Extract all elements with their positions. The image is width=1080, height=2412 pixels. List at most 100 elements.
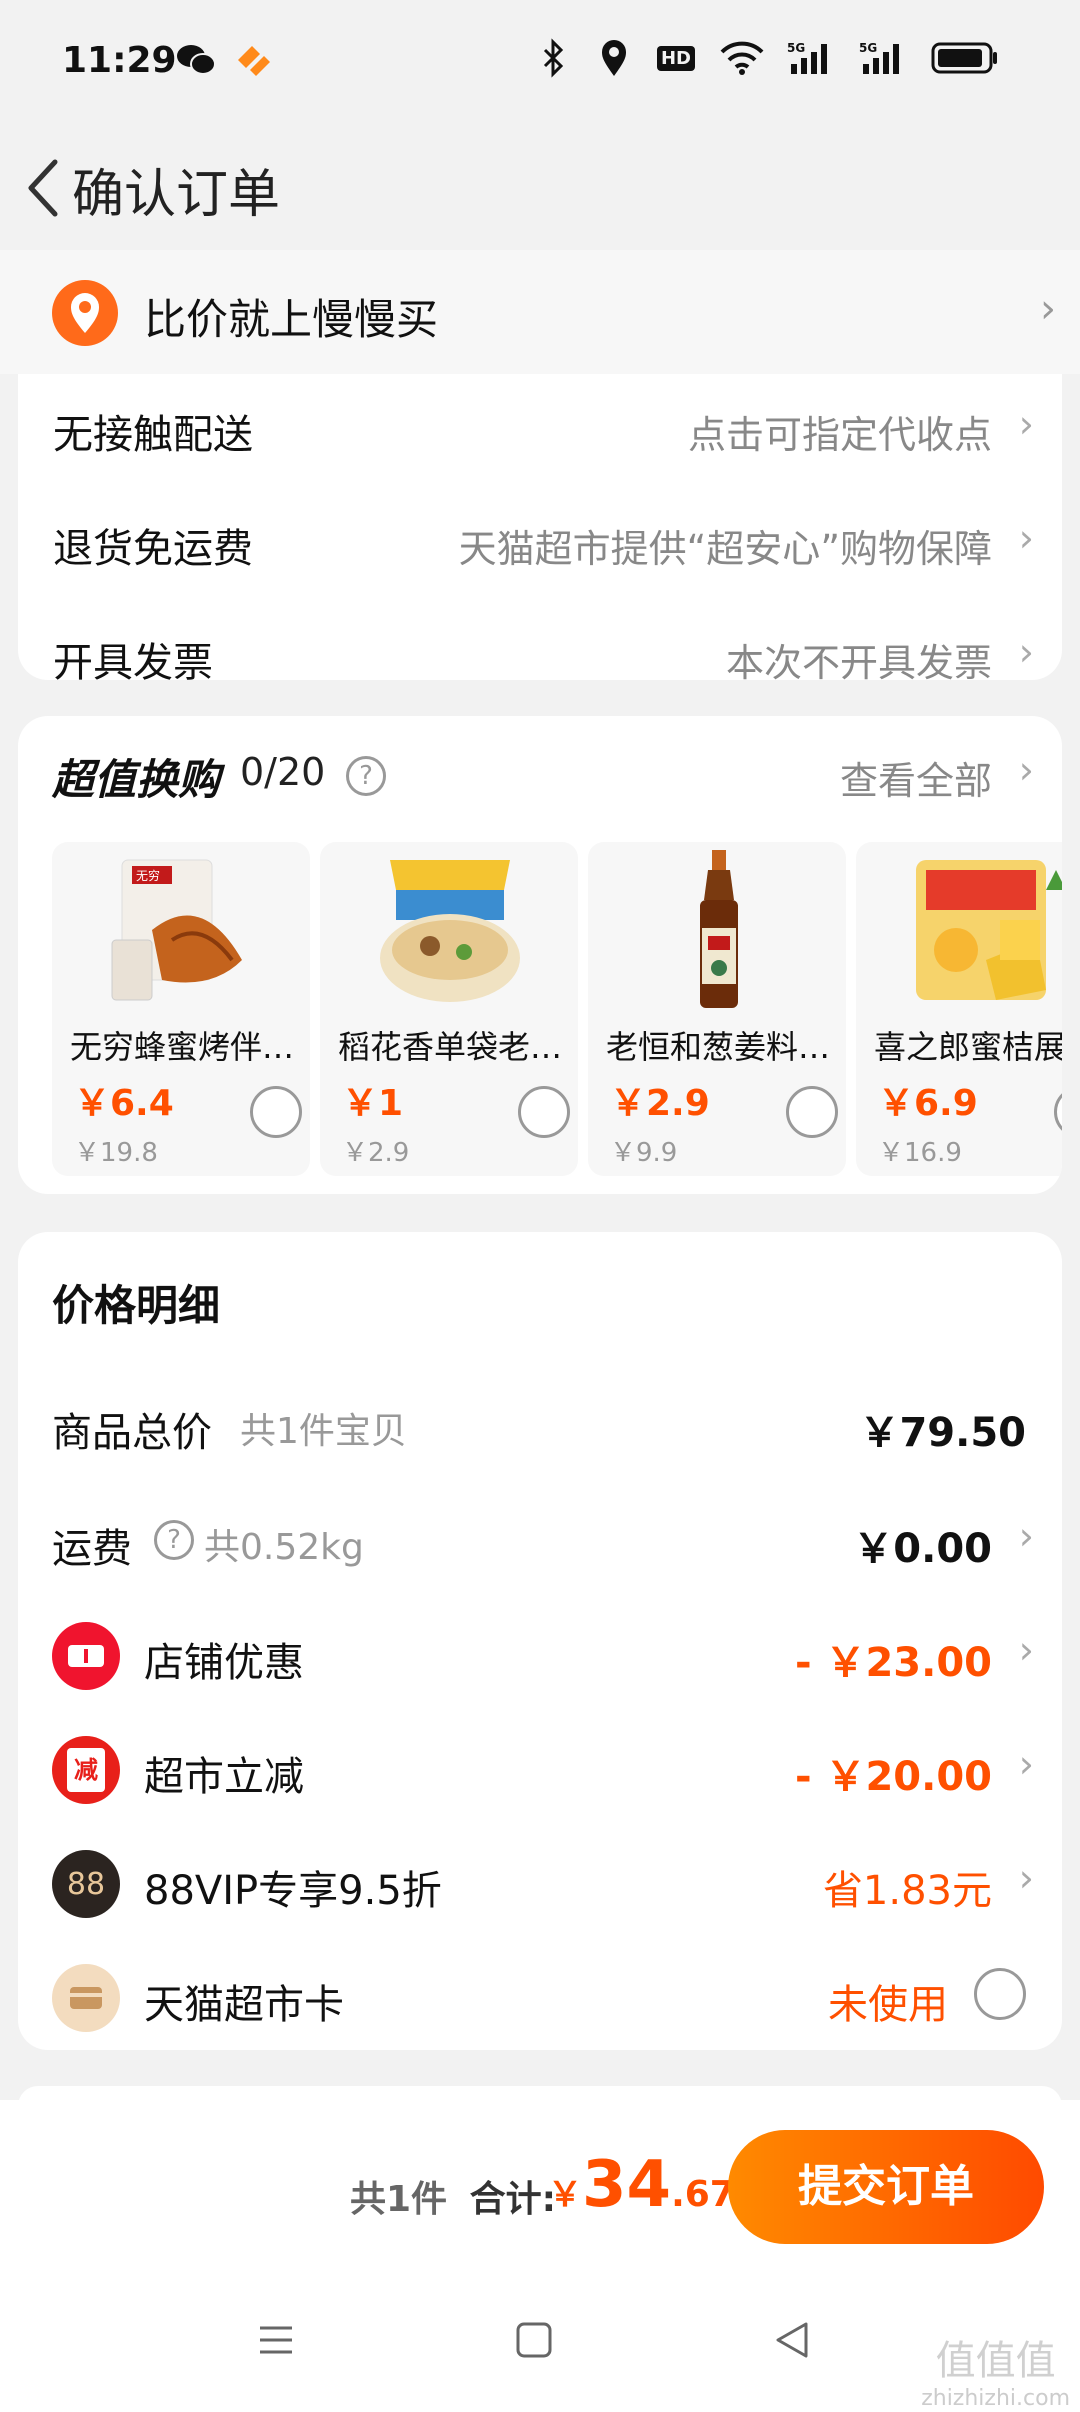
- invoice-row[interactable]: 开具发票 本次不开具发票 ›: [18, 600, 1062, 712]
- total-price: ￥34.67: [548, 2148, 735, 2222]
- chevron-right-icon: ›: [1018, 1742, 1034, 1786]
- chevron-right-icon: ›: [1018, 748, 1034, 792]
- total-integer: 34: [582, 2148, 672, 2222]
- product-original-price: ￥16.9: [878, 1138, 962, 1168]
- chevron-right-icon: ›: [1018, 630, 1034, 674]
- row-sublabel: 共1件宝贝: [240, 1411, 407, 1452]
- row-label: 天猫超市卡: [144, 1982, 344, 2028]
- price-compare-banner[interactable]: 比价就上慢慢买 ›: [0, 250, 1080, 374]
- free-return-row[interactable]: 退货免运费 天猫超市提供“超安心”购物保障 ›: [18, 486, 1062, 598]
- card-icon: [52, 1964, 120, 2032]
- vip-saving-value: 省1.83元: [822, 1868, 992, 1914]
- product-original-price: ￥2.9: [342, 1138, 410, 1168]
- freight-value: ￥0.00: [853, 1526, 992, 1572]
- chevron-right-icon: ›: [1018, 516, 1034, 560]
- location-icon: [594, 38, 634, 78]
- product-name: 无穷蜂蜜烤伴…: [70, 1028, 295, 1066]
- battery-icon: [930, 38, 1000, 78]
- product-price: ￥6.4: [74, 1083, 174, 1124]
- price-details-card: 价格明细 商品总价 共1件宝贝 ￥79.50 运费 ? 共0.52kg ￥0.0…: [18, 1232, 1062, 2050]
- row-value: 点击可指定代收点: [687, 413, 992, 457]
- discount-icon: 减: [52, 1736, 120, 1804]
- product-name: 喜之郎蜜桔展: [874, 1028, 1062, 1066]
- wifi-icon: [718, 38, 766, 78]
- swap-product-card[interactable]: 老恒和葱姜料… ￥2.9 ￥9.9: [588, 842, 846, 1176]
- product-name: 老恒和葱姜料…: [606, 1028, 831, 1066]
- select-radio[interactable]: [250, 1086, 302, 1138]
- chevron-right-icon: ›: [1040, 286, 1056, 332]
- swap-product-card[interactable]: 无穷 无穷蜂蜜烤伴… ￥6.4 ￥19.8: [52, 842, 310, 1176]
- market-discount-row[interactable]: 减 超市立减 - ￥20.00 ›: [18, 1716, 1062, 1816]
- watermark: 值值值 zhizhizhi.com: [921, 2328, 1070, 2411]
- row-label: 店铺优惠: [144, 1640, 304, 1686]
- signal-5g-icon-1: 5G: [786, 38, 838, 78]
- status-time: 11:29: [62, 40, 177, 81]
- submit-order-button[interactable]: 提交订单: [728, 2130, 1044, 2244]
- delivery-options-card: 无接触配送 点击可指定代收点 › 退货免运费 天猫超市提供“超安心”购物保障 ›…: [18, 372, 1062, 686]
- swap-title: 超值换购: [52, 755, 221, 804]
- help-icon[interactable]: ?: [154, 1520, 194, 1560]
- use-card-radio[interactable]: [974, 1968, 1026, 2020]
- shop-discount-row[interactable]: 店铺优惠 - ￥23.00 ›: [18, 1602, 1062, 1702]
- market-discount-value: - ￥20.00: [794, 1754, 992, 1800]
- watermark-logo-text: 值值值: [935, 2338, 1056, 2384]
- checkout-bar: 共1件 合计: ￥34.67 提交订单: [0, 2100, 1080, 2276]
- select-radio[interactable]: [786, 1086, 838, 1138]
- system-nav-bar: 值值值 zhizhizhi.com: [0, 2276, 1080, 2412]
- taobao-app-icon: [234, 40, 274, 80]
- swap-product-card[interactable]: 喜之郎蜜桔展 ￥6.9 ￥16.9: [856, 842, 1062, 1176]
- row-label: 退货免运费: [53, 526, 253, 572]
- select-radio[interactable]: [1054, 1086, 1062, 1138]
- vip-88-icon: 88: [52, 1850, 120, 1918]
- banner-text: 比价就上慢慢买: [144, 295, 439, 344]
- swap-count: 0/20: [240, 750, 326, 794]
- help-icon[interactable]: ?: [346, 756, 386, 796]
- swap-product-card[interactable]: 稻花香单袋老… ￥1 ￥2.9: [320, 842, 578, 1176]
- row-value: 天猫超市提供“超安心”购物保障: [458, 527, 992, 571]
- menu-icon[interactable]: [256, 2320, 296, 2360]
- product-image: [628, 850, 808, 1010]
- view-all-link[interactable]: 查看全部: [840, 750, 992, 805]
- page-title: 确认订单: [72, 165, 281, 225]
- select-radio[interactable]: [518, 1086, 570, 1138]
- back-triangle-icon[interactable]: [772, 2320, 812, 2360]
- hd-icon: HD: [654, 38, 698, 78]
- coupon-icon: [52, 1622, 120, 1690]
- row-label: 商品总价: [52, 1410, 212, 1456]
- total-label: 合计:: [469, 2179, 557, 2220]
- product-image: 无穷: [92, 850, 272, 1010]
- signal-5g-icon-2: 5G: [858, 38, 910, 78]
- tmall-card-row[interactable]: 天猫超市卡 未使用: [18, 1944, 1062, 2044]
- product-original-price: ￥19.8: [74, 1138, 158, 1168]
- currency-symbol: ￥: [548, 2175, 582, 2215]
- freight-row[interactable]: 运费 ? 共0.52kg ￥0.00 ›: [18, 1488, 1062, 1588]
- product-price: ￥1: [342, 1083, 404, 1124]
- product-image: [896, 850, 1062, 1010]
- total-decimal: .67: [671, 2174, 735, 2215]
- goods-total-row: 商品总价 共1件宝贝 ￥79.50: [18, 1372, 1062, 1472]
- svg-text:无穷: 无穷: [136, 868, 160, 883]
- product-price: ￥6.9: [878, 1083, 978, 1124]
- wechat-icon: [176, 40, 216, 80]
- bluetooth-icon: [534, 38, 574, 78]
- chevron-left-icon: [28, 159, 58, 217]
- swap-deals-card: 超值换购 0/20 ? 查看全部 › 无穷 无穷蜂蜜烤伴… ￥6.4 ￥19.8: [18, 716, 1062, 1194]
- product-image: [360, 850, 540, 1010]
- location-pin-icon: [52, 280, 118, 346]
- nav-bar: 确认订单: [0, 130, 1080, 250]
- goods-total-value: ￥79.50: [859, 1410, 1026, 1456]
- chevron-right-icon: ›: [1018, 1856, 1034, 1900]
- product-original-price: ￥9.9: [610, 1138, 678, 1168]
- row-label: 超市立减: [144, 1754, 304, 1800]
- contactless-delivery-row[interactable]: 无接触配送 点击可指定代收点 ›: [18, 372, 1062, 484]
- row-sublabel: 共0.52kg: [204, 1527, 364, 1568]
- price-details-title: 价格明细: [52, 1281, 221, 1330]
- svg-text:5G: 5G: [859, 41, 877, 55]
- vip-discount-row[interactable]: 88 88VIP专享9.5折 省1.83元 ›: [18, 1830, 1062, 1930]
- row-label: 88VIP专享9.5折: [144, 1868, 442, 1914]
- shop-discount-value: - ￥23.00: [794, 1640, 992, 1686]
- row-label: 无接触配送: [53, 412, 253, 458]
- chevron-right-icon: ›: [1018, 1628, 1034, 1672]
- back-button[interactable]: [8, 148, 78, 228]
- home-icon[interactable]: [514, 2320, 554, 2360]
